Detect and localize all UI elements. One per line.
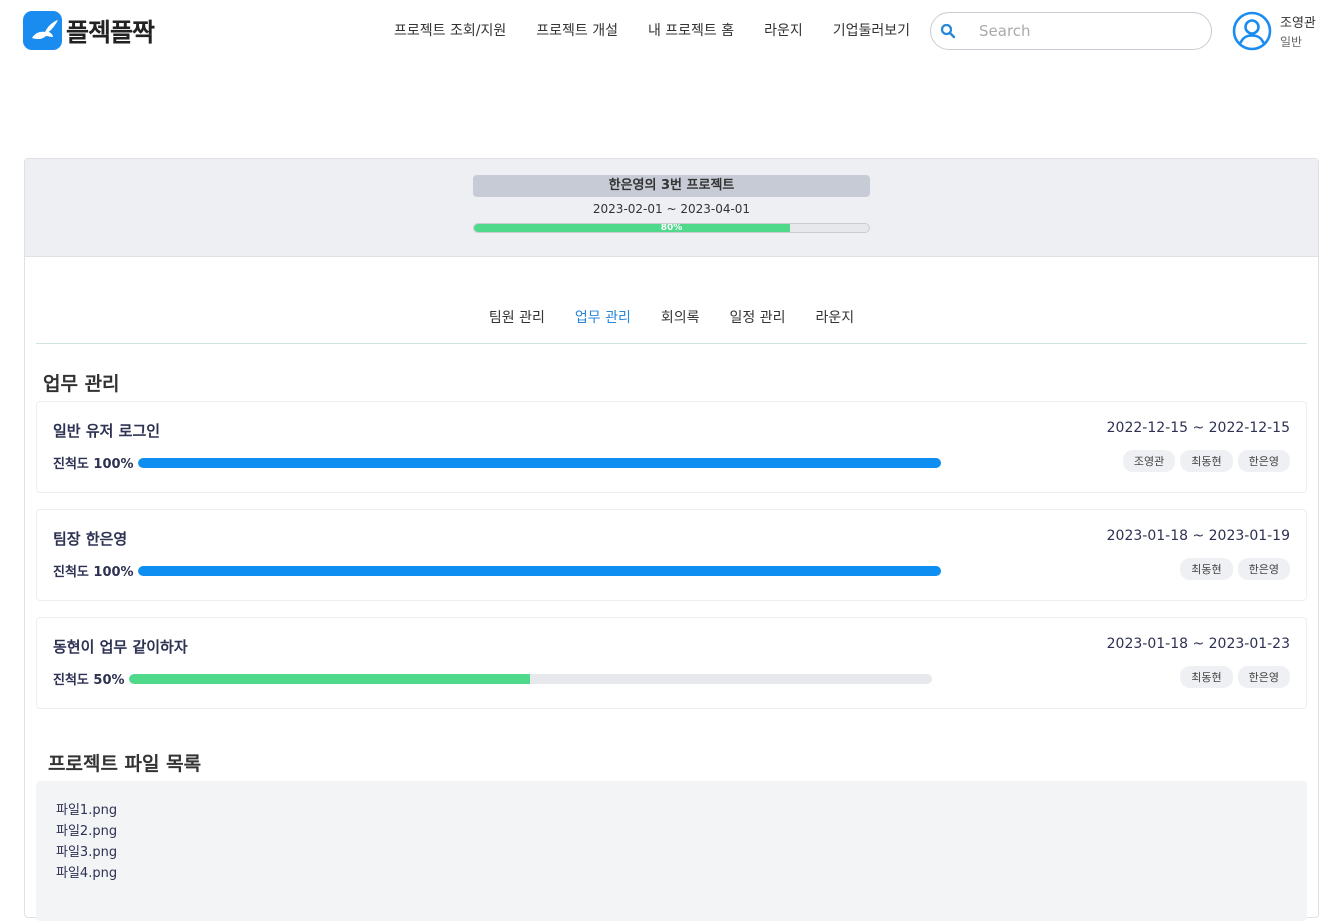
task-card[interactable]: 동현이 업무 같이하자 2023-01-18 ~ 2023-01-23 진척도 … — [36, 617, 1307, 709]
task-card[interactable]: 일반 유저 로그인 2022-12-15 ~ 2022-12-15 진척도 10… — [36, 401, 1307, 493]
tasks-section-title: 업무 관리 — [43, 373, 120, 395]
tab-team-management[interactable]: 팀원 관리 — [489, 307, 545, 327]
task-progress-fill — [137, 457, 941, 468]
member-chip: 최동현 — [1180, 666, 1233, 688]
task-card[interactable]: 팀장 한은영 2023-01-18 ~ 2023-01-19 진척도 100% … — [36, 509, 1307, 601]
file-list: 파일1.png 파일2.png 파일3.png 파일4.png — [36, 781, 1307, 921]
project-tabs: 팀원 관리 업무 관리 회의록 일정 관리 라운지 — [25, 307, 1318, 327]
task-dates: 2022-12-15 ~ 2022-12-15 — [1106, 420, 1290, 436]
logo[interactable]: 플젝플짝 — [23, 11, 155, 50]
file-link[interactable]: 파일2.png — [56, 821, 1287, 842]
search-input[interactable] — [979, 20, 1199, 42]
task-dates: 2023-01-18 ~ 2023-01-19 — [1106, 528, 1290, 544]
tab-task-management[interactable]: 업무 관리 — [575, 307, 631, 327]
project-title: 한은영의 3번 프로젝트 — [473, 175, 870, 197]
member-chip: 최동현 — [1180, 558, 1233, 580]
task-progress-label: 진척도 100% — [53, 565, 134, 580]
task-progress-bar — [128, 673, 932, 684]
user-info: 조영관 일반 — [1280, 12, 1316, 50]
task-name: 팀장 한은영 — [53, 530, 128, 548]
user-name: 조영관 — [1280, 16, 1316, 31]
member-chip: 한은영 — [1237, 666, 1290, 688]
file-link[interactable]: 파일4.png — [56, 863, 1287, 884]
user-menu[interactable]: 조영관 일반 — [1232, 11, 1316, 51]
task-progress-fill — [128, 673, 531, 684]
task-progress-bar — [137, 457, 941, 468]
top-navigation-bar: 플젝플짝 프로젝트 조회/지원 프로젝트 개설 내 프로젝트 홈 라운지 기업둘… — [0, 0, 1341, 62]
member-chip: 한은영 — [1237, 450, 1290, 472]
tab-lounge[interactable]: 라운지 — [815, 307, 854, 327]
project-progress-label: 80% — [660, 223, 683, 233]
nav-item-project-browse[interactable]: 프로젝트 조회/지원 — [394, 20, 506, 40]
search-icon[interactable] — [940, 23, 956, 39]
project-dates: 2023-02-01 ~ 2023-04-01 — [592, 202, 751, 216]
files-section-title: 프로젝트 파일 목록 — [48, 753, 202, 775]
file-link[interactable]: 파일1.png — [56, 800, 1287, 821]
task-progress-fill — [137, 565, 941, 576]
main-nav: 프로젝트 조회/지원 프로젝트 개설 내 프로젝트 홈 라운지 기업둘러보기 — [394, 20, 940, 40]
logo-text: 플젝플짝 — [66, 17, 155, 47]
task-dates: 2023-01-18 ~ 2023-01-23 — [1106, 636, 1290, 652]
user-role: 일반 — [1280, 35, 1303, 49]
nav-item-companies[interactable]: 기업둘러보기 — [833, 20, 910, 40]
task-name: 동현이 업무 같이하자 — [53, 638, 188, 656]
project-card: 한은영의 3번 프로젝트 2023-02-01 ~ 2023-04-01 80%… — [24, 158, 1319, 921]
member-chip: 조영관 — [1122, 450, 1176, 472]
task-progress: 진척도 100% — [53, 561, 941, 580]
search-box — [930, 12, 1212, 50]
task-name: 일반 유저 로그인 — [53, 422, 161, 440]
task-members: 최동현 한은영 — [1175, 666, 1290, 688]
task-progress: 진척도 50% — [53, 669, 932, 688]
nav-item-my-project-home[interactable]: 내 프로젝트 홈 — [648, 20, 734, 40]
project-progress-bar: 80% — [473, 223, 870, 233]
member-chip: 최동현 — [1180, 450, 1233, 472]
nav-item-lounge[interactable]: 라운지 — [764, 20, 803, 40]
tab-divider — [36, 343, 1307, 344]
file-link[interactable]: 파일3.png — [56, 842, 1287, 863]
task-progress-label: 진척도 50% — [53, 673, 125, 688]
task-members: 최동현 한은영 — [1175, 558, 1290, 580]
task-progress: 진척도 100% — [53, 453, 941, 472]
rabbit-icon — [23, 11, 62, 50]
tab-schedule[interactable]: 일정 관리 — [729, 307, 785, 327]
task-progress-label: 진척도 100% — [53, 457, 134, 472]
task-progress-bar — [137, 565, 941, 576]
user-avatar-icon[interactable] — [1232, 11, 1272, 51]
tab-meeting-notes[interactable]: 회의록 — [661, 307, 700, 327]
member-chip: 한은영 — [1237, 558, 1290, 580]
nav-item-project-create[interactable]: 프로젝트 개설 — [536, 20, 618, 40]
task-members: 조영관 최동현 한은영 — [1118, 450, 1290, 472]
project-header: 한은영의 3번 프로젝트 2023-02-01 ~ 2023-04-01 80% — [25, 159, 1318, 257]
